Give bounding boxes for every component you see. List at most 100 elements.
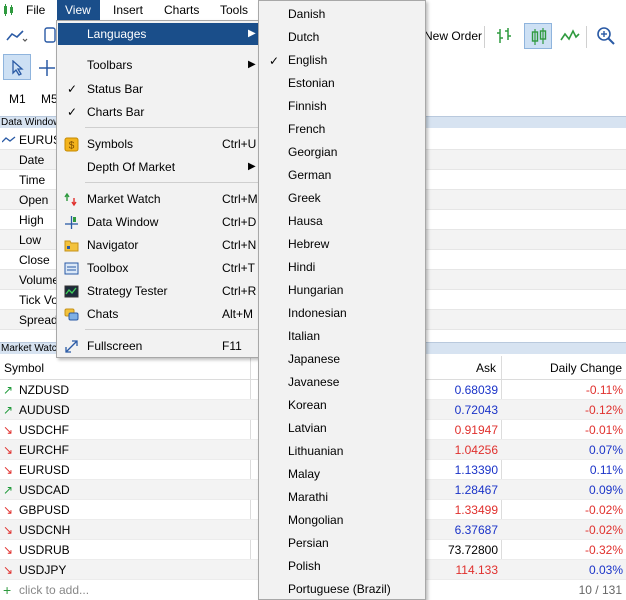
indicator-chart-icon[interactable] bbox=[6, 27, 28, 45]
menu-item-label: Strategy Tester bbox=[87, 284, 168, 298]
language-item[interactable]: Hungarian bbox=[288, 279, 343, 302]
language-item[interactable]: Javanese bbox=[288, 371, 339, 394]
line-chart-icon[interactable] bbox=[560, 28, 580, 44]
menu-item-label: Depth Of Market bbox=[87, 160, 176, 174]
column-symbol[interactable]: Symbol bbox=[4, 356, 44, 380]
menu-separator bbox=[85, 329, 259, 330]
daily-change: 0.09% bbox=[588, 483, 623, 497]
symbol-name: AUDUSD bbox=[19, 403, 70, 417]
toolbar-separator bbox=[484, 26, 485, 48]
arrow-down-icon: ↘ bbox=[3, 523, 14, 537]
language-item[interactable]: Hindi bbox=[288, 256, 315, 279]
language-item[interactable]: Lithuanian bbox=[288, 440, 343, 463]
language-item[interactable]: Italian bbox=[288, 325, 320, 348]
menu-view[interactable]: View bbox=[57, 0, 100, 20]
language-item[interactable]: Marathi bbox=[288, 486, 328, 509]
ask-price: 73.72800 bbox=[447, 543, 498, 557]
view-menu-data-window[interactable]: Data Window Ctrl+D bbox=[58, 211, 260, 233]
zoom-in-icon[interactable] bbox=[596, 26, 616, 46]
daily-change: 0.07% bbox=[588, 443, 623, 457]
language-item[interactable]: Latvian bbox=[288, 417, 327, 440]
candlestick-icon bbox=[531, 28, 547, 45]
view-menu-strategy-tester[interactable]: Strategy Tester Ctrl+R bbox=[58, 280, 260, 302]
language-item[interactable]: Finnish bbox=[288, 95, 327, 118]
language-item[interactable]: English bbox=[288, 49, 327, 72]
candlestick-button[interactable] bbox=[524, 23, 552, 49]
language-item[interactable]: Hausa bbox=[288, 210, 323, 233]
view-menu-languages[interactable]: Languages ▶ bbox=[58, 23, 260, 45]
language-item[interactable]: Korean bbox=[288, 394, 327, 417]
ask-price: 114.133 bbox=[455, 563, 499, 577]
menu-item-label: Status Bar bbox=[87, 82, 144, 96]
ask-price: 0.72043 bbox=[454, 403, 498, 417]
data-row-label: Spread bbox=[19, 313, 58, 327]
profiles-icon[interactable] bbox=[44, 26, 56, 44]
language-item[interactable]: Dutch bbox=[288, 26, 319, 49]
data-row-label: Low bbox=[19, 233, 42, 247]
view-menu-status-bar[interactable]: ✓ Status Bar bbox=[58, 78, 260, 100]
view-menu-toolbars[interactable]: Toolbars ▶ bbox=[58, 54, 260, 76]
language-item[interactable]: Hebrew bbox=[288, 233, 329, 256]
menu-tools[interactable]: Tools bbox=[212, 0, 256, 20]
symbol-name: NZDUSD bbox=[19, 383, 69, 397]
language-item[interactable]: Persian bbox=[288, 532, 329, 555]
menu-shortcut: F11 bbox=[222, 339, 242, 353]
daily-change: -0.01% bbox=[584, 423, 623, 437]
view-menu-depth-of-market[interactable]: Depth Of Market ▶ bbox=[58, 156, 260, 178]
check-icon: ✓ bbox=[67, 82, 78, 96]
view-menu-symbols[interactable]: $ Symbols Ctrl+U bbox=[58, 133, 260, 155]
data-row-label: Volume bbox=[19, 273, 60, 287]
add-symbol-icon[interactable]: + bbox=[3, 580, 11, 600]
view-menu-navigator[interactable]: Navigator Ctrl+N bbox=[58, 234, 260, 256]
language-item[interactable]: French bbox=[288, 118, 325, 141]
menu-item-label: Market Watch bbox=[87, 192, 161, 206]
menu-shortcut: Ctrl+R bbox=[222, 284, 257, 298]
arrow-down-icon: ↘ bbox=[3, 503, 14, 517]
arrow-down-icon: ↘ bbox=[3, 443, 14, 457]
menu-item-label: Fullscreen bbox=[87, 339, 143, 353]
menu-item-label: Toolbars bbox=[87, 58, 133, 72]
data-row-label: Open bbox=[19, 193, 49, 207]
symbols-icon: $ bbox=[64, 137, 79, 152]
language-item[interactable]: Indonesian bbox=[288, 302, 347, 325]
view-menu-chats[interactable]: Chats Alt+M bbox=[58, 303, 260, 325]
menu-shortcut: Alt+M bbox=[222, 307, 254, 321]
menu-charts[interactable]: Charts bbox=[156, 0, 207, 20]
symbol-name: USDCAD bbox=[19, 483, 70, 497]
view-menu-charts-bar[interactable]: ✓ Charts Bar bbox=[58, 101, 260, 123]
language-item[interactable]: Malay bbox=[288, 463, 320, 486]
language-item[interactable]: German bbox=[288, 164, 331, 187]
menu-shortcut: Ctrl+N bbox=[222, 238, 257, 252]
menu-item-label: Symbols bbox=[87, 137, 134, 151]
daily-change: 0.11% bbox=[589, 463, 623, 477]
arrow-down-icon: ↘ bbox=[3, 563, 14, 577]
bar-chart-icon[interactable] bbox=[494, 26, 514, 46]
language-item[interactable]: Japanese bbox=[288, 348, 340, 371]
column-daily-change[interactable]: Daily Change bbox=[550, 356, 622, 380]
timeframe-m1[interactable]: M1 bbox=[9, 92, 26, 106]
view-menu-market-watch[interactable]: Market Watch Ctrl+M bbox=[58, 188, 260, 210]
menu-insert[interactable]: Insert bbox=[105, 0, 151, 20]
language-item[interactable]: Greek bbox=[288, 187, 321, 210]
language-item[interactable]: Mongolian bbox=[288, 509, 343, 532]
cursor-button[interactable] bbox=[3, 54, 31, 80]
daily-change: -0.11% bbox=[585, 383, 623, 397]
view-menu-fullscreen[interactable]: Fullscreen F11 bbox=[58, 335, 260, 357]
language-item[interactable]: Danish bbox=[288, 3, 325, 26]
language-item[interactable]: Portuguese (Brazil) bbox=[288, 578, 391, 600]
language-item[interactable]: Polish bbox=[288, 555, 321, 578]
symbol-name: EURUSD bbox=[19, 463, 70, 477]
new-order-button[interactable]: New Order bbox=[424, 29, 482, 43]
crosshair-icon[interactable] bbox=[38, 59, 56, 77]
menu-item-label: Chats bbox=[87, 307, 119, 321]
menu-item-label: Charts Bar bbox=[87, 105, 145, 119]
add-symbol-link[interactable]: click to add... bbox=[19, 580, 89, 600]
column-ask[interactable]: Ask bbox=[476, 356, 496, 380]
view-menu-toolbox[interactable]: Toolbox Ctrl+T bbox=[58, 257, 260, 279]
arrow-up-icon: ↗ bbox=[3, 403, 14, 417]
menu-file[interactable]: File bbox=[18, 0, 53, 20]
menu-shortcut: Ctrl+U bbox=[222, 137, 257, 151]
menu-shortcut: Ctrl+D bbox=[222, 215, 257, 229]
language-item[interactable]: Estonian bbox=[288, 72, 335, 95]
language-item[interactable]: Georgian bbox=[288, 141, 337, 164]
